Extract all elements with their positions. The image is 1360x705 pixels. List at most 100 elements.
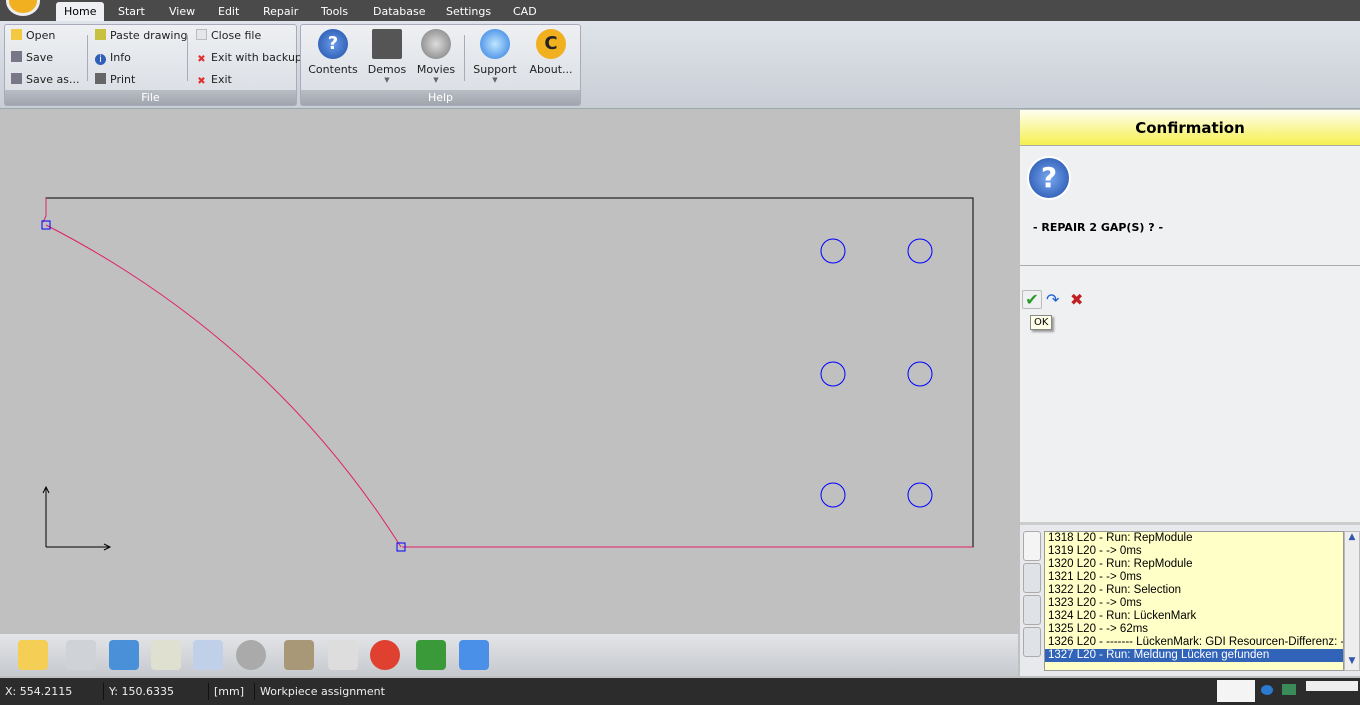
help-group-label: Help <box>301 90 580 105</box>
movies-button[interactable]: Movies ▼ <box>408 29 464 84</box>
axis-indicator <box>42 485 112 551</box>
y-coordinate: Y: 150.6335 <box>103 683 174 700</box>
confirmation-message: - REPAIR 2 GAP(S) ? - <box>1033 221 1164 234</box>
save-as-button[interactable]: Save as... <box>11 71 79 89</box>
contents-button[interactable]: ? Contents <box>305 29 361 76</box>
info-icon: i <box>95 54 106 65</box>
close-file-icon <box>196 29 207 40</box>
hole <box>907 238 933 264</box>
log-entry: 1324 L20 - Run: LückenMark <box>1048 610 1197 622</box>
support-button[interactable]: Support ▼ <box>467 29 523 84</box>
log-entry: 1319 L20 - -> 0ms <box>1048 545 1142 557</box>
scroll-down-icon[interactable]: ▼ <box>1345 656 1359 670</box>
layer-icon[interactable] <box>1261 685 1273 695</box>
log-entry-selected: 1327 L20 - Run: Meldung Lücken gefunden <box>1045 649 1343 662</box>
about-button[interactable]: C About... <box>523 29 579 76</box>
print-button[interactable]: Print <box>95 71 135 89</box>
unit-label: [mm] <box>208 683 244 700</box>
tab-measure[interactable] <box>1023 563 1041 593</box>
scroll-up-icon[interactable]: ▲ <box>1345 532 1359 546</box>
tab-tools[interactable]: Tools <box>313 2 356 21</box>
image-icon[interactable] <box>1282 684 1296 695</box>
hole <box>907 482 933 508</box>
print-icon <box>95 73 106 84</box>
tab-view[interactable]: View <box>161 2 203 21</box>
zoom-slider[interactable] <box>1306 681 1358 691</box>
folder-icon[interactable] <box>18 640 48 670</box>
ribbon: Open Save Save as... Paste drawing i Info… <box>0 21 1360 109</box>
tab-edit[interactable]: Edit <box>210 2 247 21</box>
log-panel: 1318 L20 - Run: RepModule 1319 L20 - -> … <box>1020 522 1360 676</box>
tab-home[interactable]: Home <box>56 2 105 21</box>
drawing <box>41 197 974 552</box>
tab-calculator[interactable] <box>1023 595 1041 625</box>
exit-with-backup-button[interactable]: ✖ Exit with backup <box>196 49 302 67</box>
save-as-icon <box>11 73 22 84</box>
exit-icon: ✖ <box>197 76 206 87</box>
film-strip-icon[interactable] <box>284 640 314 670</box>
drawing-canvas[interactable] <box>0 110 1018 632</box>
process-icon[interactable] <box>416 640 446 670</box>
pie-chart-icon[interactable] <box>370 640 400 670</box>
log-entry: 1321 L20 - -> 0ms <box>1048 571 1142 583</box>
cancel-button[interactable]: ✖ <box>1070 290 1083 309</box>
file-group: Open Save Save as... Paste drawing i Info… <box>4 24 302 106</box>
layout-icon[interactable] <box>459 640 489 670</box>
log-entry: 1326 L20 - ------- LückenMark: GDI Resou… <box>1048 636 1344 648</box>
exit-button[interactable]: ✖ Exit <box>196 71 232 89</box>
repeat-button[interactable]: ↷ <box>1046 290 1059 309</box>
clapperboard-icon <box>372 29 402 59</box>
log-entry: 1320 L20 - Run: RepModule <box>1048 558 1193 570</box>
confirmation-panel: Confirmation ? - REPAIR 2 GAP(S) ? - ✔ ↷… <box>1020 110 1360 522</box>
film-reel-icon <box>421 29 451 59</box>
log-entry: 1318 L20 - Run: RepModule <box>1048 532 1193 544</box>
app-logo[interactable] <box>6 0 40 16</box>
menu-bar: Home Start View Edit Repair Tools Databa… <box>0 0 1360 21</box>
report-icon[interactable] <box>328 640 358 670</box>
gear-icon[interactable] <box>236 640 266 670</box>
question-icon: ? <box>1027 156 1071 200</box>
close-file-button[interactable]: Close file <box>196 27 261 45</box>
log-list[interactable]: 1318 L20 - Run: RepModule 1319 L20 - -> … <box>1044 531 1344 671</box>
info-button[interactable]: i Info <box>95 49 131 67</box>
help-group: ? Contents Demos ▼ Movies ▼ Support ▼ C About… <box>300 24 581 106</box>
confirmation-title: Confirmation <box>1020 110 1360 146</box>
file-group-label: File <box>5 90 296 105</box>
ok-button[interactable]: ✔ <box>1022 290 1042 309</box>
pen-dropdown[interactable] <box>1217 680 1255 702</box>
x-coordinate: X: 554.2115 <box>5 685 73 698</box>
paste-drawing-button[interactable]: Paste drawing <box>95 27 187 45</box>
log-entry: 1325 L20 - -> 62ms <box>1048 623 1149 635</box>
tab-settings[interactable]: Settings <box>438 2 499 21</box>
hole <box>820 361 846 387</box>
save-icon <box>11 51 22 62</box>
hole <box>907 361 933 387</box>
tab-start[interactable]: Start <box>110 2 153 21</box>
status-bar: X: 554.2115 Y: 150.6335 [mm] Workpiece a… <box>0 678 1360 705</box>
cube-icon[interactable] <box>109 640 139 670</box>
gap-contour <box>42 198 973 548</box>
save-button[interactable]: Save <box>11 49 53 67</box>
tab-cad[interactable]: CAD <box>505 2 545 21</box>
tab-database[interactable]: Database <box>365 2 434 21</box>
bottom-toolbar <box>0 634 1018 676</box>
help-icon: ? <box>318 29 348 59</box>
folder-icon <box>11 29 22 40</box>
log-entry: 1323 L20 - -> 0ms <box>1048 597 1142 609</box>
workpiece-outline <box>45 197 974 548</box>
hole <box>820 238 846 264</box>
nodes-icon[interactable] <box>193 640 223 670</box>
demos-button[interactable]: Demos ▼ <box>359 29 415 84</box>
ok-tooltip: OK <box>1030 315 1053 330</box>
curve-icon[interactable] <box>151 640 181 670</box>
open-button[interactable]: Open <box>11 27 55 45</box>
tab-messages[interactable] <box>1023 627 1041 657</box>
log-entry: 1322 L20 - Run: Selection <box>1048 584 1181 596</box>
tab-repair[interactable]: Repair <box>255 2 306 21</box>
chain-link-icon[interactable] <box>66 640 96 670</box>
log-scrollbar[interactable]: ▲ ▼ <box>1344 531 1360 671</box>
mode-label: Workpiece assignment <box>254 683 385 700</box>
lightbulb-icon <box>480 29 510 59</box>
about-icon: C <box>536 29 566 59</box>
tab-properties[interactable] <box>1023 531 1041 561</box>
